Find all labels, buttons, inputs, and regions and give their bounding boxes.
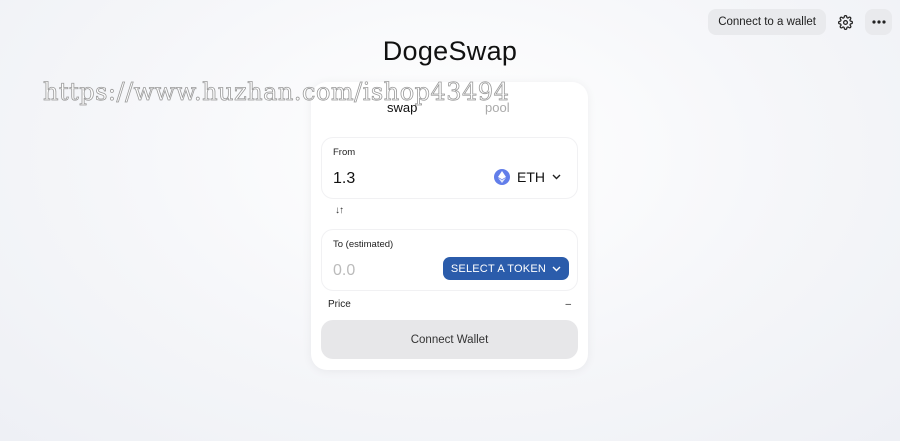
switch-direction-icon[interactable]: ↓↑ — [335, 205, 344, 216]
to-label: To (estimated) — [333, 239, 394, 250]
app-title: DogeSwap — [382, 36, 518, 66]
price-value: – — [565, 299, 571, 310]
price-label: Price — [328, 299, 351, 310]
more-menu-button[interactable] — [865, 9, 892, 35]
watermark-text: https://www.huzhan.com/ishop43494 — [43, 78, 510, 107]
from-amount-input[interactable]: 1.3 — [333, 170, 355, 188]
from-label: From — [333, 147, 356, 158]
chevron-down-icon — [552, 174, 561, 180]
select-token-button[interactable]: SELECT A TOKEN — [442, 257, 569, 280]
gear-icon — [838, 14, 853, 30]
top-bar-actions: Connect to a wallet — [708, 9, 892, 35]
eth-icon — [494, 169, 510, 185]
to-panel: To (estimated) 0.0 SELECT A TOKEN — [321, 229, 578, 291]
from-token-selector[interactable]: ETH — [494, 169, 561, 185]
from-token-symbol: ETH — [517, 169, 545, 185]
to-amount-input[interactable]: 0.0 — [333, 262, 355, 280]
settings-button[interactable] — [832, 9, 859, 35]
connect-wallet-button[interactable]: Connect Wallet — [321, 320, 578, 359]
connect-to-wallet-button[interactable]: Connect to a wallet — [708, 9, 826, 35]
more-horizontal-icon — [871, 20, 886, 24]
chevron-down-icon — [552, 266, 561, 271]
swap-card: swap pool From 1.3 ETH ↓↑ To (estimated)… — [311, 82, 588, 370]
from-panel: From 1.3 ETH — [321, 137, 578, 199]
price-row: Price – — [328, 299, 571, 310]
select-token-label: SELECT A TOKEN — [450, 262, 546, 275]
